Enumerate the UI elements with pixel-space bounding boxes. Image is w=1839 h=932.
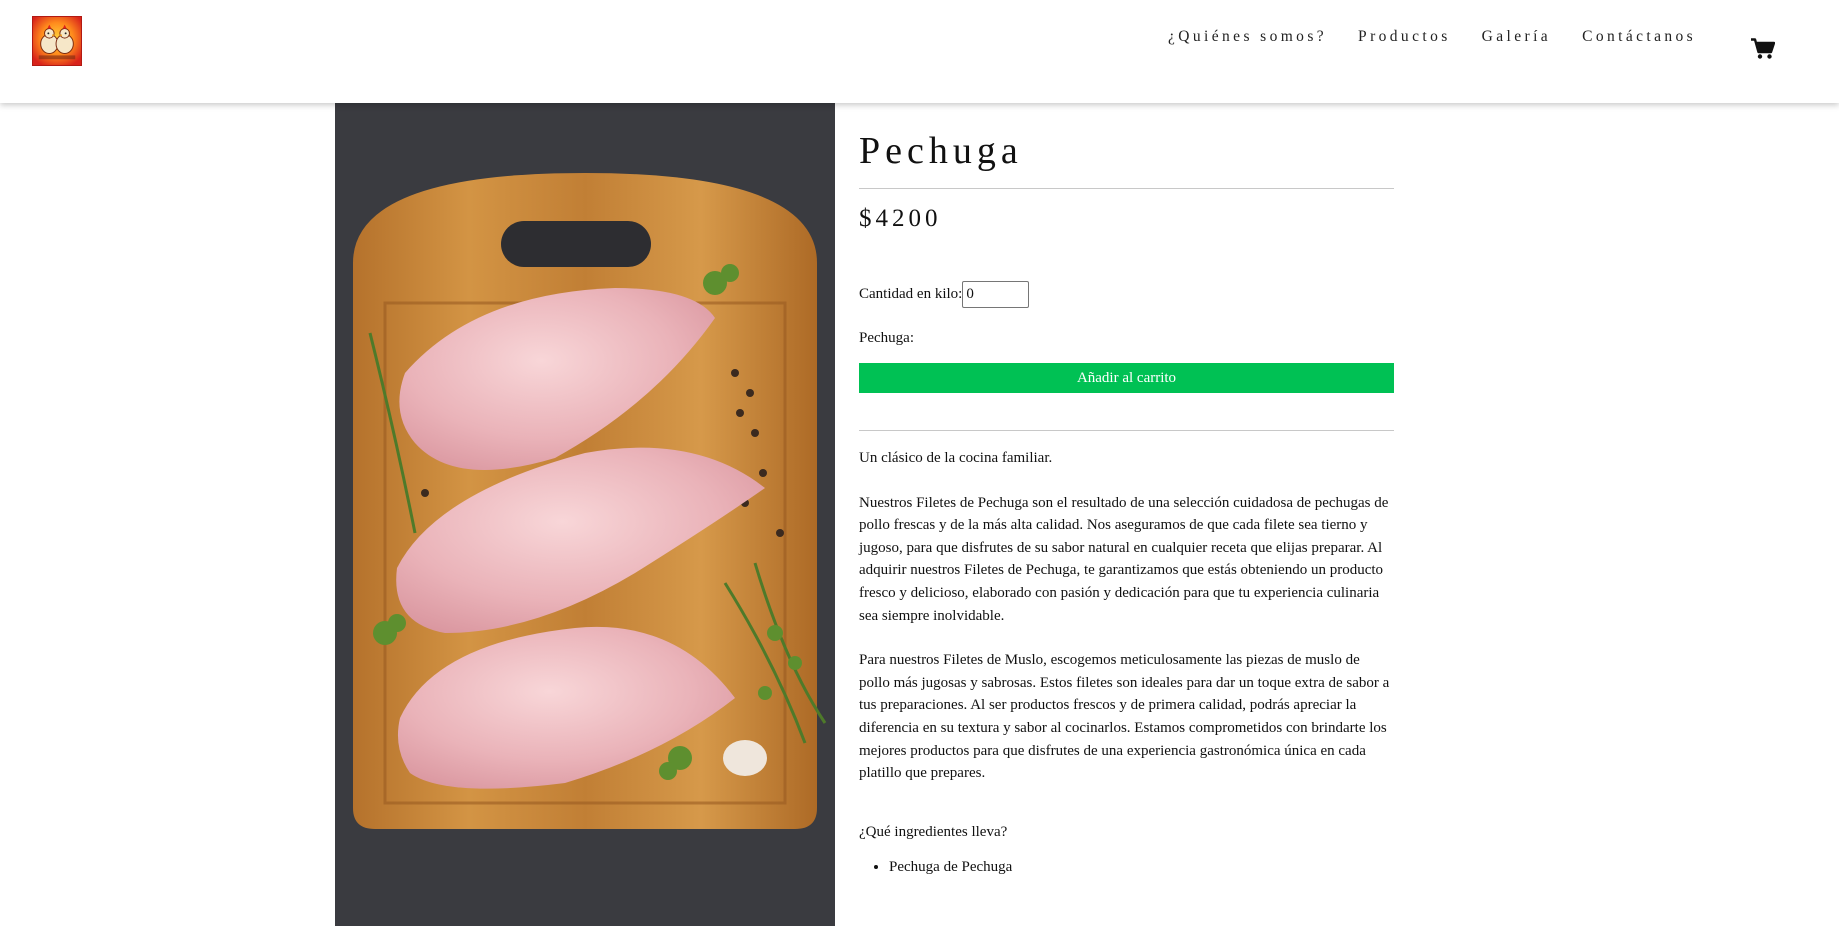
quantity-label: Cantidad en kilo: [859,286,963,302]
ingredients-heading: ¿Qué ingredientes lleva? [859,823,1008,840]
quantity-input[interactable] [962,281,1030,308]
product-price: $4200 [859,205,942,232]
chicken-breasts-on-board-graphic [335,103,835,926]
variant-label: Pechuga: [859,330,914,346]
description-paragraph: Para nuestros Filetes de Muslo, escogemo… [859,652,1390,782]
main-nav: ¿Quiénes somos? Productos Galería Contác… [1168,28,1727,46]
product-info: Pechuga $4200 Cantidad en kilo: Pechuga:… [859,103,1394,877]
shopping-cart-icon[interactable] [1751,38,1775,60]
logo-chickens-graphic [38,24,76,60]
product-image [335,103,835,926]
add-to-cart-button[interactable]: Añadir al carrito [859,363,1394,393]
divider [859,430,1394,431]
site-header: ¿Quiénes somos? Productos Galería Contác… [0,0,1839,103]
description-paragraph: Nuestros Filetes de Pechuga son el resul… [859,494,1389,624]
product-description: Un clásico de la cocina familiar. Nuestr… [859,447,1394,785]
divider [859,188,1394,189]
product-title: Pechuga [859,130,1023,172]
nav-link-contactanos[interactable]: Contáctanos [1582,28,1696,46]
logo[interactable] [32,16,82,66]
ingredients-list: Pechuga de Pechuga [859,857,1394,877]
list-item: Pechuga de Pechuga [889,857,1394,877]
quantity-row: Cantidad en kilo: [859,281,1394,308]
nav-link-quienes-somos[interactable]: ¿Quiénes somos? [1168,28,1327,46]
nav-link-productos[interactable]: Productos [1358,28,1451,46]
nav-link-galeria[interactable]: Galería [1482,28,1551,46]
description-paragraph: Un clásico de la cocina familiar. [859,450,1053,466]
